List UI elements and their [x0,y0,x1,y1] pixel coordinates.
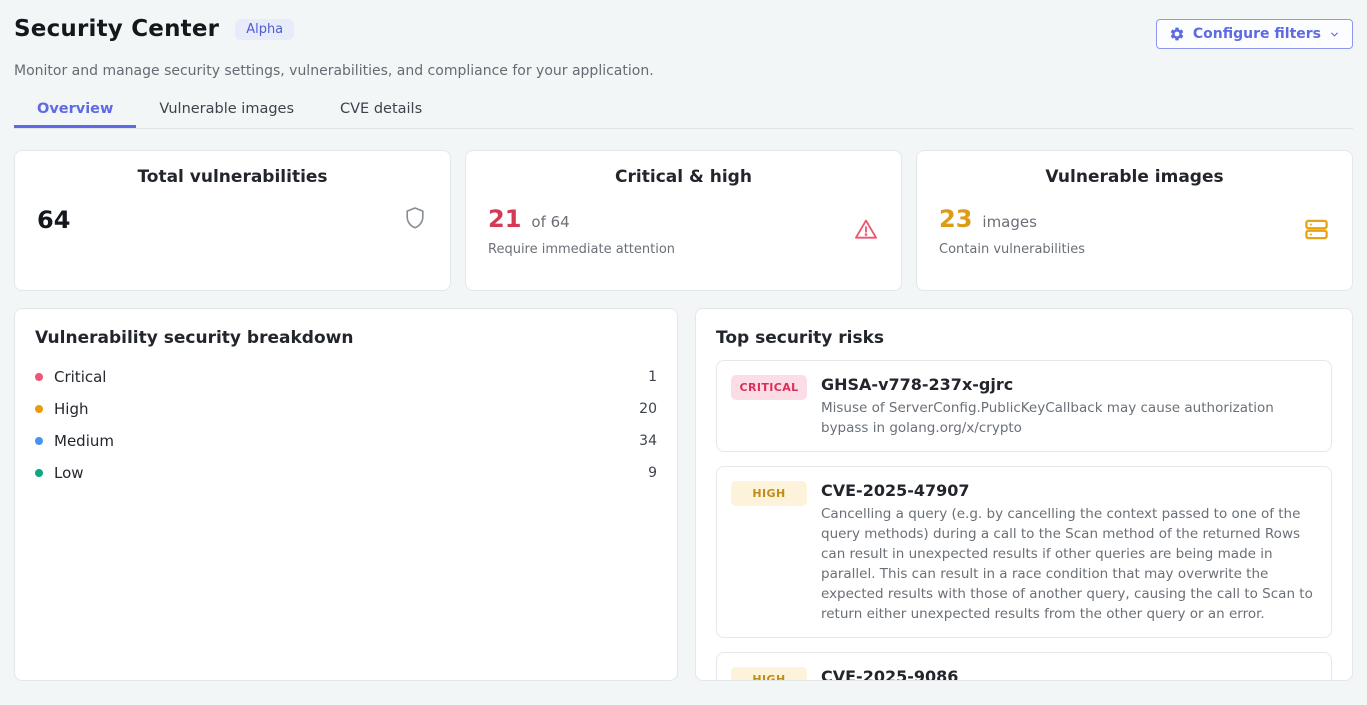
page-title: Security Center [14,16,219,42]
stat-card-vulnerable-images: Vulnerable images 23 images Contain vuln… [916,150,1353,291]
critical-high-suffix: of 64 [531,213,569,231]
page-header: Security Center Alpha Configure filters [14,16,1353,49]
alpha-badge: Alpha [235,19,294,40]
breakdown-title: Vulnerability security breakdown [35,328,657,348]
breakdown-row-low: Low 9 [35,457,657,489]
risk-card-cve-2025-9086[interactable]: HIGH CVE-2025-9086 [716,652,1332,681]
tab-overview[interactable]: Overview [14,91,136,128]
stat-card-critical-high: Critical & high 21 of 64 Require immedia… [465,150,902,291]
top-security-risks-panel: Top security risks CRITICAL GHSA-v778-23… [695,308,1353,681]
bottom-panels: Vulnerability security breakdown Critica… [14,308,1353,681]
image-stack-icon [1303,216,1330,247]
low-dot-icon [35,469,43,477]
risk-description: Cancelling a query (e.g. by cancelling t… [821,504,1317,624]
total-vulnerabilities-value: 64 [37,206,70,234]
risk-id: CVE-2025-9086 [821,666,958,681]
page-subtitle: Monitor and manage security settings, vu… [14,63,1353,79]
breakdown-row-medium: Medium 34 [35,425,657,457]
risk-list: CRITICAL GHSA-v778-237x-gjrc Misuse of S… [716,360,1332,681]
gear-icon [1169,26,1185,42]
severity-badge-critical: CRITICAL [731,375,807,400]
security-center-page: Security Center Alpha Configure filters … [0,0,1367,681]
stat-card-title: Vulnerable images [939,167,1330,187]
breakdown-row-high: High 20 [35,393,657,425]
low-count: 9 [648,465,657,481]
critical-count: 1 [648,369,657,385]
critical-dot-icon [35,373,43,381]
warning-triangle-icon [853,216,879,246]
stat-card-title: Critical & high [488,167,879,187]
top-risks-title: Top security risks [716,328,1332,348]
configure-filters-label: Configure filters [1193,26,1321,42]
risk-id: CVE-2025-47907 [821,480,1317,502]
high-count: 20 [639,401,657,417]
risk-id: GHSA-v778-237x-gjrc [821,374,1317,396]
stat-card-title: Total vulnerabilities [37,167,428,187]
chevron-down-icon [1329,29,1340,40]
vulnerable-images-subtext: Contain vulnerabilities [939,242,1085,257]
shield-outline-icon [402,205,428,235]
tab-vulnerable-images[interactable]: Vulnerable images [136,91,317,128]
severity-badge-high: HIGH [731,667,807,681]
configure-filters-button[interactable]: Configure filters [1156,19,1353,49]
tab-cve-details[interactable]: CVE details [317,91,445,128]
risk-card-ghsa-v778-237x-gjrc[interactable]: CRITICAL GHSA-v778-237x-gjrc Misuse of S… [716,360,1332,452]
tab-bar: Overview Vulnerable images CVE details [14,91,1353,129]
high-dot-icon [35,405,43,413]
vulnerable-images-value: 23 [939,205,972,233]
critical-high-value: 21 [488,205,521,233]
severity-badge-high: HIGH [731,481,807,506]
breakdown-row-critical: Critical 1 [35,361,657,393]
medium-count: 34 [639,433,657,449]
stat-card-total-vulnerabilities: Total vulnerabilities 64 [14,150,451,291]
vulnerable-images-suffix: images [982,213,1037,231]
vulnerability-breakdown-panel: Vulnerability security breakdown Critica… [14,308,678,681]
breakdown-list: Critical 1 High 20 Medium 34 Low 9 [35,361,657,489]
stat-cards-row: Total vulnerabilities 64 Critical & high… [14,150,1353,291]
risk-card-cve-2025-47907[interactable]: HIGH CVE-2025-47907 Cancelling a query (… [716,466,1332,638]
risk-description: Misuse of ServerConfig.PublicKeyCallback… [821,398,1317,438]
critical-high-subtext: Require immediate attention [488,242,675,257]
medium-dot-icon [35,437,43,445]
